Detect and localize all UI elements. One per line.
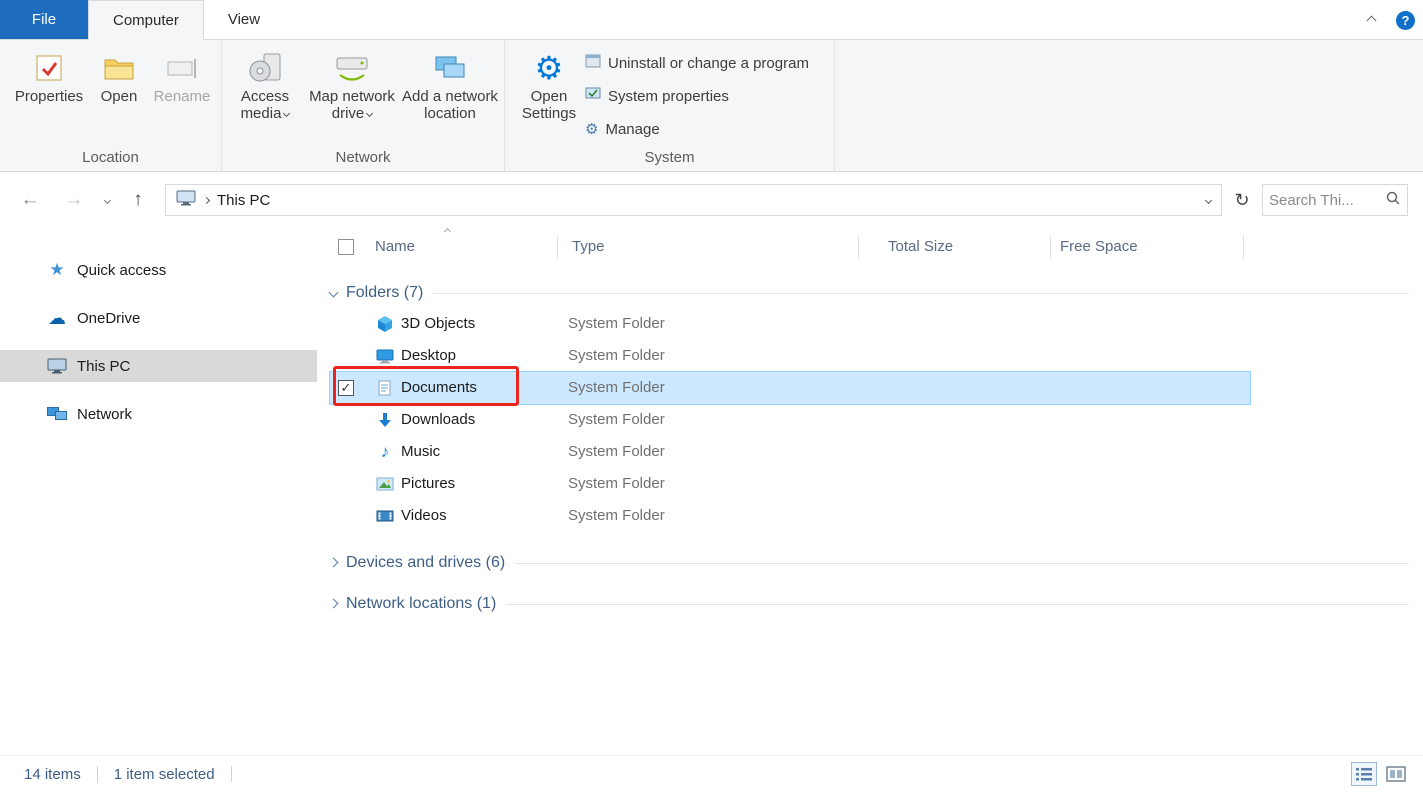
details-view-button[interactable] bbox=[1351, 762, 1377, 786]
map-network-drive-icon bbox=[335, 48, 369, 88]
breadcrumb-this-pc[interactable]: This PC bbox=[217, 192, 270, 209]
chevron-up-icon bbox=[1366, 15, 1376, 25]
file-row-downloads[interactable]: Downloads System Folder bbox=[330, 404, 1250, 436]
recent-locations-button[interactable] bbox=[97, 186, 117, 214]
tab-view[interactable]: View bbox=[204, 0, 284, 39]
group-label-system: System bbox=[505, 149, 834, 166]
settings-gear-icon: ⚙ bbox=[535, 48, 564, 88]
dropdown-arrow-icon bbox=[366, 110, 373, 117]
group-label-network: Network bbox=[222, 149, 504, 166]
search-input[interactable] bbox=[1269, 192, 1385, 209]
3d-objects-icon bbox=[376, 315, 394, 333]
properties-button[interactable]: Properties bbox=[10, 48, 88, 105]
column-header-free-space[interactable]: Free Space bbox=[1060, 238, 1138, 255]
selection-count: 1 item selected bbox=[97, 766, 231, 783]
rename-icon bbox=[166, 48, 198, 88]
file-row-desktop[interactable]: Desktop System Folder bbox=[330, 340, 1250, 372]
sidebar-item-quick-access[interactable]: ★ Quick access bbox=[0, 254, 317, 286]
file-row-3d-objects[interactable]: 3D Objects System Folder bbox=[330, 308, 1250, 340]
ribbon-group-system: ⚙ Open Settings Uninstall or change a pr… bbox=[505, 40, 835, 171]
sort-ascending-icon bbox=[444, 228, 451, 235]
add-network-location-button[interactable]: Add a network location bbox=[402, 48, 498, 122]
help-button[interactable]: ? bbox=[1396, 11, 1415, 30]
refresh-button[interactable]: ↻ bbox=[1228, 184, 1256, 216]
collapse-ribbon-button[interactable] bbox=[1360, 9, 1382, 31]
file-row-pictures[interactable]: Pictures System Folder bbox=[330, 468, 1250, 500]
status-bar: 14 items 1 item selected bbox=[0, 755, 1423, 792]
explorer-window: File Computer View ? Properties Open bbox=[0, 0, 1423, 792]
access-media-button[interactable]: Access media bbox=[232, 48, 298, 122]
system-properties-icon bbox=[585, 86, 601, 106]
system-properties-button[interactable]: System properties bbox=[585, 84, 729, 108]
column-header-total-size[interactable]: Total Size bbox=[888, 238, 953, 255]
breadcrumb-separator-icon bbox=[203, 196, 210, 203]
back-button[interactable]: ← bbox=[16, 186, 44, 214]
manage-button[interactable]: ⚙ Manage bbox=[585, 117, 660, 141]
column-headers: Name Type Total Size Free Space bbox=[317, 228, 1423, 266]
videos-icon bbox=[376, 507, 394, 525]
items-count: 14 items bbox=[24, 766, 97, 783]
rename-button[interactable]: Rename bbox=[150, 48, 214, 105]
file-list: Folders (7) 3D Objects System Folder Des… bbox=[317, 266, 1423, 755]
open-settings-button[interactable]: ⚙ Open Settings bbox=[518, 48, 580, 122]
file-list-pane: Name Type Total Size Free Space Folders … bbox=[317, 228, 1423, 755]
group-header-network-locations[interactable]: Network locations (1) bbox=[330, 589, 1409, 619]
address-dropdown-icon[interactable] bbox=[1205, 196, 1212, 203]
file-row-documents[interactable]: ✓ Documents System Folder bbox=[330, 372, 1250, 404]
file-row-videos[interactable]: Videos System Folder bbox=[330, 500, 1250, 532]
search-box bbox=[1262, 184, 1408, 216]
chevron-down-icon bbox=[103, 196, 110, 203]
network-icon bbox=[46, 406, 68, 422]
ribbon-tab-bar: File Computer View ? bbox=[0, 0, 1423, 40]
chevron-right-icon bbox=[329, 598, 339, 608]
pictures-icon bbox=[376, 475, 394, 493]
music-icon: ♪ bbox=[376, 443, 394, 461]
chevron-right-icon bbox=[329, 557, 339, 567]
group-label-location: Location bbox=[0, 149, 221, 166]
address-bar: ← → ↑ This PC ↻ bbox=[0, 172, 1423, 228]
add-network-location-icon bbox=[433, 48, 467, 88]
file-row-music[interactable]: ♪ Music System Folder bbox=[330, 436, 1250, 468]
sidebar-item-network[interactable]: Network bbox=[0, 398, 317, 430]
ribbon: Properties Open Rename Location bbox=[0, 40, 1423, 172]
tab-computer[interactable]: Computer bbox=[88, 0, 204, 40]
sidebar-item-this-pc[interactable]: This PC bbox=[0, 350, 317, 382]
uninstall-icon bbox=[585, 53, 601, 73]
this-pc-icon bbox=[176, 190, 196, 210]
tab-file[interactable]: File bbox=[0, 0, 88, 39]
navigation-pane: ★ Quick access ☁ OneDrive This PC Networ… bbox=[0, 228, 317, 755]
group-header-folders[interactable]: Folders (7) bbox=[330, 278, 1409, 308]
desktop-icon bbox=[376, 347, 394, 365]
chevron-down-icon bbox=[329, 287, 339, 297]
column-header-type[interactable]: Type bbox=[572, 238, 605, 255]
ribbon-group-network: Access media Map network drive Add a net… bbox=[222, 40, 505, 171]
documents-checkbox[interactable]: ✓ bbox=[338, 380, 354, 396]
up-button[interactable]: ↑ bbox=[124, 186, 152, 214]
column-header-name[interactable]: Name bbox=[375, 238, 415, 255]
sidebar-item-onedrive[interactable]: ☁ OneDrive bbox=[0, 302, 317, 334]
documents-icon bbox=[376, 379, 394, 397]
open-folder-icon bbox=[103, 48, 135, 88]
this-pc-icon bbox=[46, 358, 68, 374]
large-icons-view-button[interactable] bbox=[1383, 762, 1409, 786]
access-media-icon bbox=[248, 48, 282, 88]
content-area: ★ Quick access ☁ OneDrive This PC Networ… bbox=[0, 228, 1423, 755]
forward-button[interactable]: → bbox=[60, 186, 88, 214]
dropdown-arrow-icon bbox=[283, 110, 290, 117]
ribbon-group-location: Properties Open Rename Location bbox=[0, 40, 222, 171]
map-network-drive-button[interactable]: Map network drive bbox=[306, 48, 398, 122]
group-header-devices-and-drives[interactable]: Devices and drives (6) bbox=[330, 548, 1409, 578]
search-icon[interactable] bbox=[1385, 190, 1401, 211]
select-all-checkbox[interactable] bbox=[338, 239, 354, 255]
open-button[interactable]: Open bbox=[95, 48, 143, 105]
quick-access-star-icon: ★ bbox=[46, 260, 68, 280]
properties-icon bbox=[34, 48, 64, 88]
uninstall-program-button[interactable]: Uninstall or change a program bbox=[585, 51, 809, 75]
manage-gear-icon: ⚙ bbox=[585, 120, 598, 138]
address-field[interactable]: This PC bbox=[165, 184, 1222, 216]
onedrive-cloud-icon: ☁ bbox=[46, 308, 68, 329]
downloads-icon bbox=[376, 411, 394, 429]
